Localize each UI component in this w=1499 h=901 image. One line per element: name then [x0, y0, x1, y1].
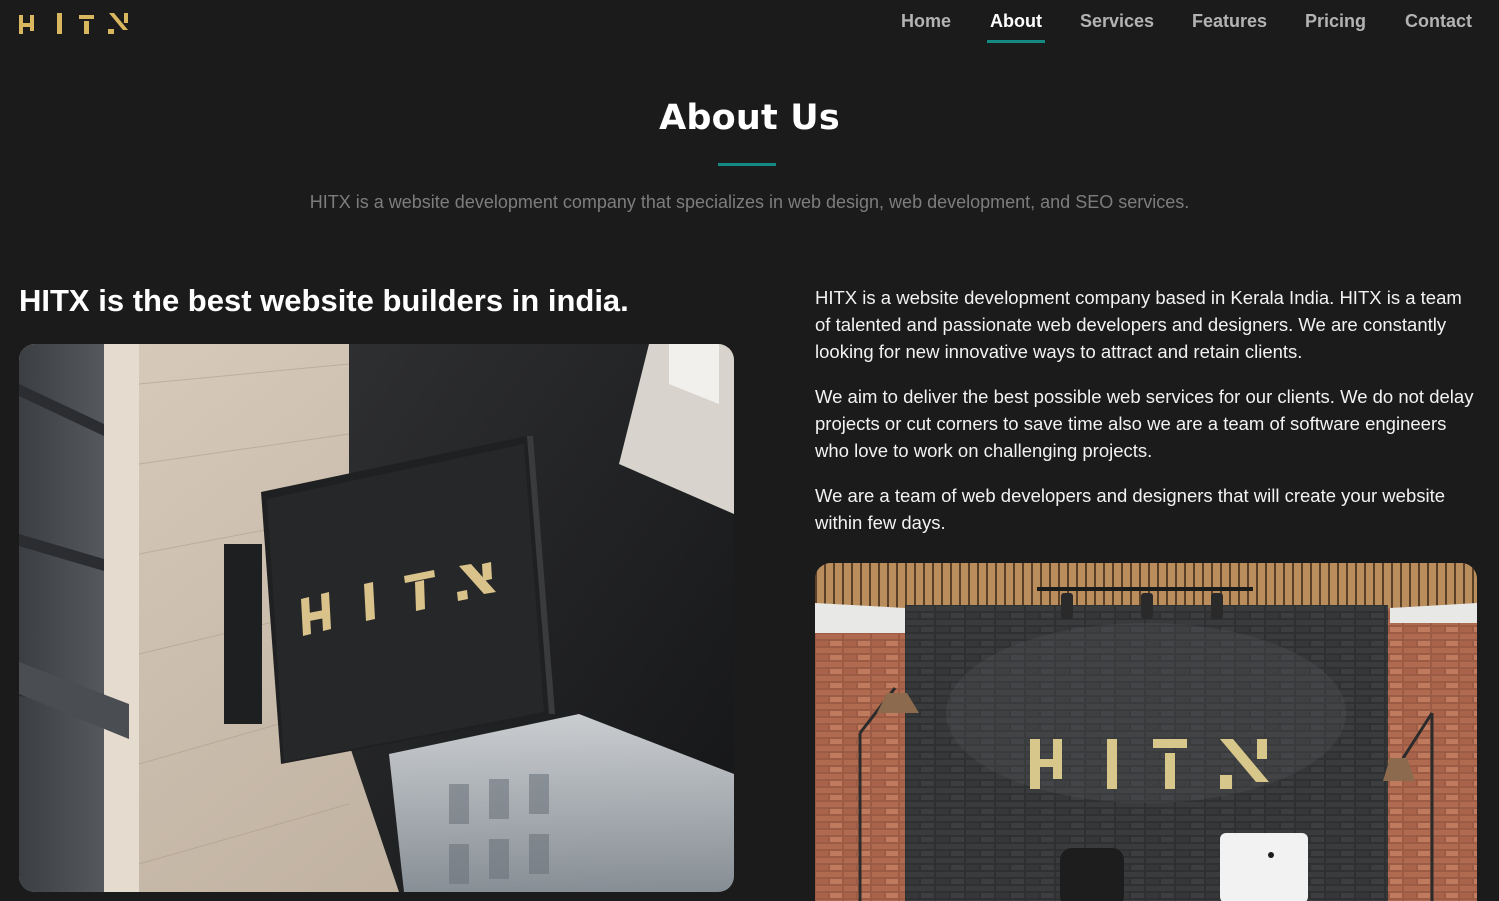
site-header: Home About Services Features Pricing Con… [0, 0, 1499, 62]
about-paragraph-3: We are a team of web developers and desi… [815, 485, 1446, 533]
section-heading: HITX is the best website builders in ind… [19, 283, 629, 318]
nav-home[interactable]: Home [901, 11, 951, 32]
page-title: About Us [659, 98, 840, 138]
main-nav: Home About Services Features Pricing Con… [879, 0, 1499, 62]
brand-logo[interactable] [19, 12, 131, 36]
hitx-logo-mark [19, 13, 128, 34]
intro-text: HITX is a website development company th… [309, 192, 1190, 212]
title-underline [718, 163, 776, 166]
about-description: HITX is a website development company ba… [815, 284, 1475, 554]
nav-contact[interactable]: Contact [1405, 11, 1472, 32]
nav-about[interactable]: About [990, 11, 1042, 32]
office-interior-image [815, 563, 1477, 901]
nav-features[interactable]: Features [1192, 11, 1267, 32]
storefront-sign-image [19, 344, 734, 892]
nav-active-indicator [987, 40, 1045, 43]
nav-pricing[interactable]: Pricing [1305, 11, 1366, 32]
about-paragraph-1: HITX is a website development company ba… [815, 287, 1462, 362]
about-paragraph-2: We aim to deliver the best possible web … [815, 386, 1474, 461]
nav-services[interactable]: Services [1080, 11, 1154, 32]
